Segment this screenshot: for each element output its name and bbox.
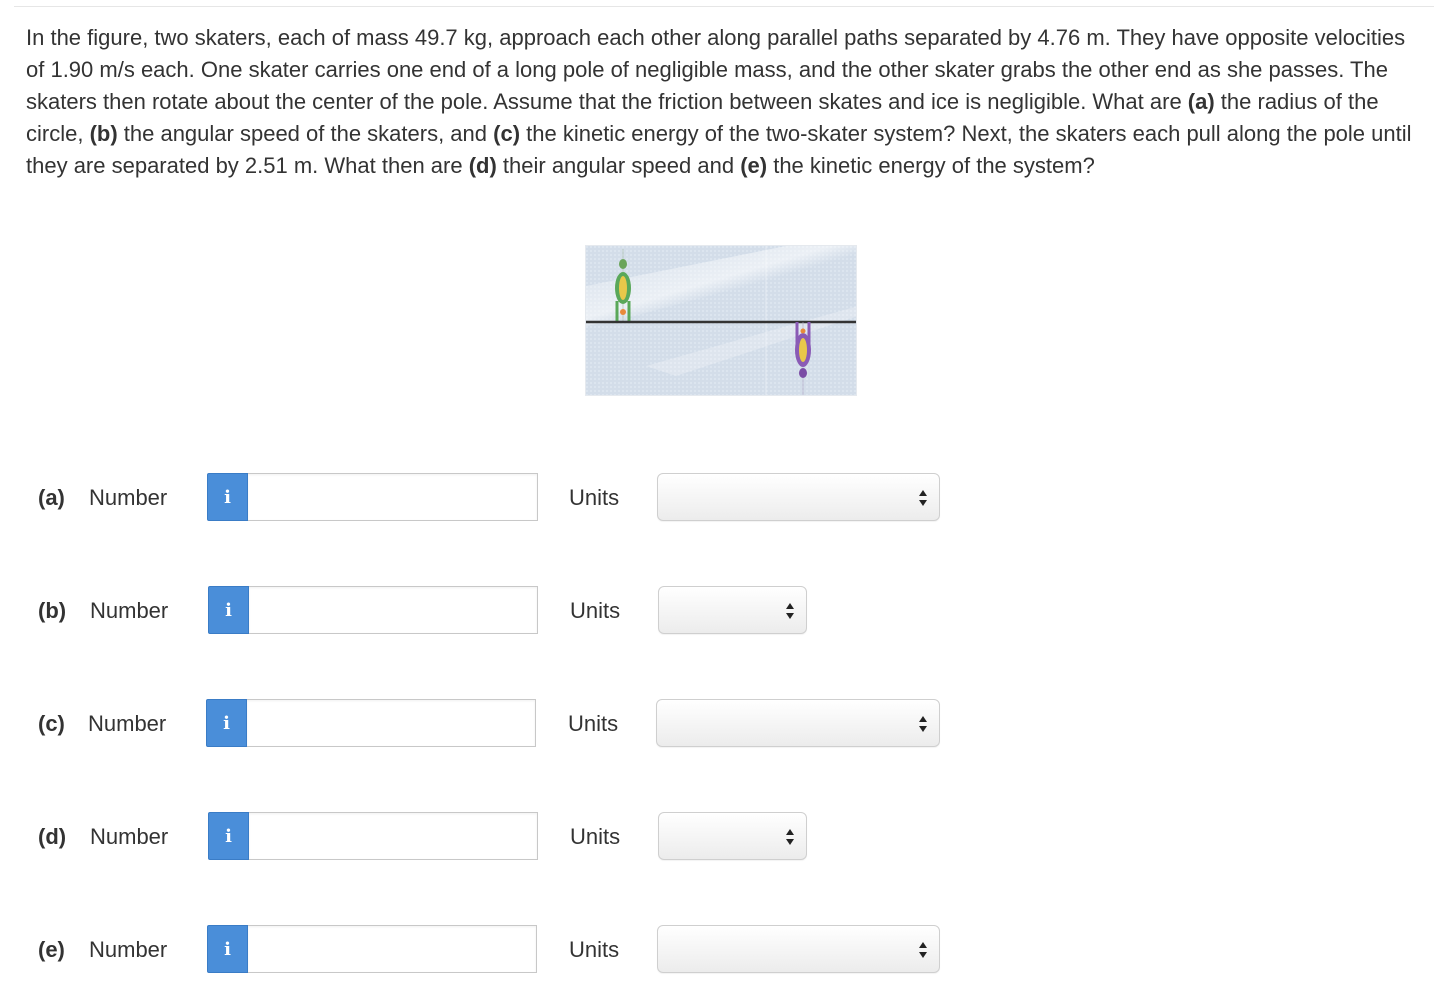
number-label: Number	[89, 485, 168, 510]
number-input[interactable]	[248, 473, 538, 521]
part-letter: (e)	[38, 937, 65, 962]
units-select[interactable]	[657, 925, 940, 973]
units-label: Units	[570, 824, 621, 849]
select-arrows-icon	[919, 488, 927, 508]
units-label: Units	[568, 711, 619, 736]
select-arrows-icon	[919, 940, 927, 960]
part-letter: (d)	[38, 824, 67, 849]
part-d-row: (d) Number i Units	[0, 812, 1000, 862]
part-e-row: (e) Number i Units	[0, 925, 1000, 975]
number-input[interactable]	[249, 586, 538, 634]
part-letter: (b)	[38, 598, 67, 623]
part-a-row: (a) Number i Units	[0, 473, 1000, 523]
part-letter: (c)	[38, 711, 65, 736]
info-icon[interactable]: i	[206, 699, 247, 747]
info-icon[interactable]: i	[208, 812, 249, 860]
part-c-ref: (c)	[493, 121, 521, 146]
question-segment: the angular speed of the skaters, and	[117, 121, 494, 146]
number-label: Number	[88, 711, 167, 736]
info-icon[interactable]: i	[207, 925, 248, 973]
info-icon[interactable]: i	[207, 473, 248, 521]
question-segment: the kinetic energy of the system?	[767, 153, 1095, 178]
number-label: Number	[90, 598, 169, 623]
units-label: Units	[569, 485, 620, 510]
part-b-ref: (b)	[89, 121, 118, 146]
units-label: Units	[569, 937, 620, 962]
select-arrows-icon	[919, 714, 927, 734]
select-arrows-icon	[786, 827, 794, 847]
top-divider	[14, 6, 1434, 7]
part-b-row: (b) Number i Units	[0, 586, 1000, 636]
number-input[interactable]	[248, 925, 537, 973]
units-select[interactable]	[658, 812, 807, 860]
part-d-ref: (d)	[468, 153, 497, 178]
number-input[interactable]	[249, 812, 538, 860]
question-segment: their angular speed and	[496, 153, 741, 178]
part-a-ref: (a)	[1187, 89, 1215, 114]
select-arrows-icon	[786, 601, 794, 621]
part-e-ref: (e)	[740, 153, 768, 178]
skaters-figure	[585, 245, 857, 396]
number-label: Number	[90, 824, 169, 849]
info-icon[interactable]: i	[208, 586, 249, 634]
part-c-row: (c) Number i Units	[0, 699, 1000, 749]
part-letter: (a)	[38, 485, 65, 510]
units-select[interactable]	[656, 699, 940, 747]
question-text: In the figure, two skaters, each of mass…	[26, 22, 1426, 182]
units-select[interactable]	[657, 473, 940, 521]
units-label: Units	[570, 598, 621, 623]
units-select[interactable]	[658, 586, 807, 634]
number-input[interactable]	[247, 699, 536, 747]
number-label: Number	[89, 937, 168, 962]
